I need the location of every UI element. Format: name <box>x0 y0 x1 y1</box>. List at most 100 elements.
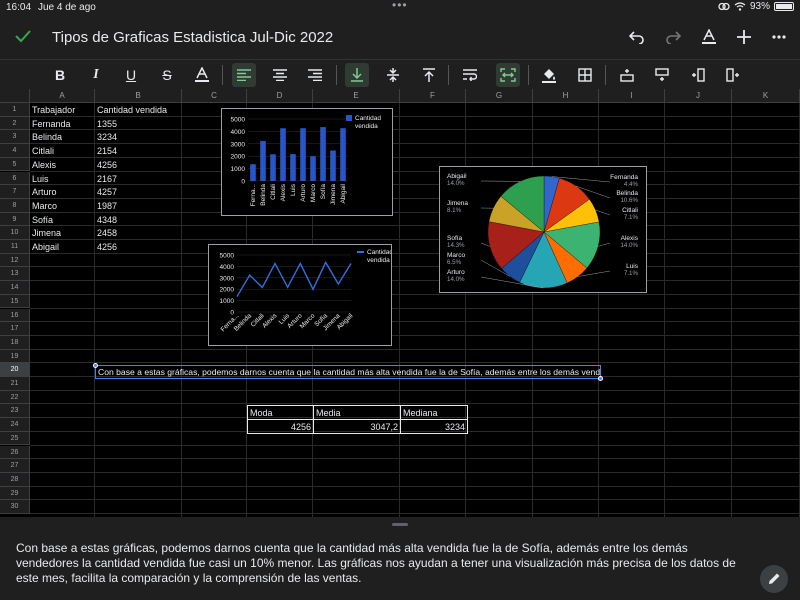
add-icon[interactable] <box>733 26 755 48</box>
cell-b20-note[interactable]: Con base a estas gráficas, podemos darno… <box>95 365 601 379</box>
bar-chart[interactable]: 5000 4000 3000 2000 1000 0 Ferna... Belinda Citl… <box>221 108 393 216</box>
row-header-27[interactable]: 27 <box>0 459 30 473</box>
row-header-15[interactable]: 15 <box>0 294 30 309</box>
text-color-icon[interactable] <box>190 63 214 87</box>
cell-a4[interactable]: Citlali <box>30 145 54 158</box>
valign-top-icon[interactable] <box>417 63 441 87</box>
wrap-text-icon[interactable] <box>458 63 482 87</box>
align-center-icon[interactable] <box>268 63 292 87</box>
row-header-10[interactable]: 10 <box>0 226 30 240</box>
cell-a6[interactable]: Luis <box>30 173 49 186</box>
cell-a10[interactable]: Jimena <box>30 227 61 240</box>
cell-b7[interactable]: 4257 <box>95 186 117 199</box>
row-header-28[interactable]: 28 <box>0 472 30 487</box>
underline-icon[interactable]: U <box>119 63 143 87</box>
cell-b6[interactable]: 2167 <box>95 173 117 186</box>
column-header-f[interactable]: F <box>400 89 466 103</box>
document-title[interactable]: Tipos de Graficas Estadistica Jul-Dic 20… <box>52 29 333 46</box>
cell-b4[interactable]: 2154 <box>95 145 117 158</box>
column-header-j[interactable]: J <box>665 89 732 103</box>
row-header-16[interactable]: 16 <box>0 308 30 323</box>
merge-cells-icon[interactable] <box>496 63 520 87</box>
row-header-4[interactable]: 4 <box>0 144 30 158</box>
pie-chart[interactable]: Fernanda4.4%Belinda10.6%Citlali7.1%Alexi… <box>439 166 647 293</box>
row-header-7[interactable]: 7 <box>0 185 30 199</box>
column-header-g[interactable]: G <box>466 89 533 103</box>
spreadsheet-grid[interactable]: ABCDEFGHIJK 1 2 3 4 5 6 7 8 9 10 11 12 13 14 15 16 17 18 1… <box>0 89 800 517</box>
row-header-6[interactable]: 6 <box>0 171 30 186</box>
row-header-21[interactable]: 21 <box>0 377 30 391</box>
row-header-29[interactable]: 29 <box>0 486 30 501</box>
cell-b9[interactable]: 4348 <box>95 214 117 227</box>
selection-handle-end[interactable] <box>598 376 603 381</box>
row-header-5[interactable]: 5 <box>0 157 30 172</box>
column-header-e[interactable]: E <box>313 89 400 103</box>
undo-icon[interactable] <box>626 26 648 48</box>
cell-a9[interactable]: Sofía <box>30 214 53 227</box>
cell-a1[interactable]: Trabajador <box>30 104 75 117</box>
strikethrough-icon[interactable]: S <box>155 63 179 87</box>
row-header-12[interactable]: 12 <box>0 253 30 268</box>
cell-b3[interactable]: 3234 <box>95 131 117 144</box>
cell-a8[interactable]: Marco <box>30 200 57 213</box>
row-header-11[interactable]: 11 <box>0 240 30 254</box>
stat-label-mediana[interactable]: Mediana <box>400 405 468 420</box>
cell-a7[interactable]: Arturo <box>30 186 57 199</box>
italic-icon[interactable]: I <box>84 63 108 87</box>
row-header-2[interactable]: 2 <box>0 116 30 131</box>
insert-column-left-icon[interactable] <box>686 63 710 87</box>
column-header-h[interactable]: H <box>533 89 599 103</box>
column-header-a[interactable]: A <box>30 89 95 103</box>
row-header-25[interactable]: 25 <box>0 431 30 446</box>
row-header-20[interactable]: 20 <box>0 363 30 377</box>
cell-b1[interactable]: Cantidad vendida <box>95 104 167 117</box>
stat-value-moda[interactable]: 4256 <box>247 419 314 434</box>
row-header-30[interactable]: 30 <box>0 500 30 514</box>
fill-color-icon[interactable] <box>537 63 561 87</box>
cell-a11[interactable]: Abigail <box>30 241 59 254</box>
row-header-14[interactable]: 14 <box>0 281 30 295</box>
row-header-13[interactable]: 13 <box>0 267 30 282</box>
done-check-icon[interactable] <box>14 27 32 45</box>
select-all-corner[interactable] <box>0 89 30 103</box>
multitask-dots-icon[interactable]: ••• <box>392 0 408 12</box>
column-header-b[interactable]: B <box>95 89 182 103</box>
row-header-24[interactable]: 24 <box>0 418 30 432</box>
cell-editor-text[interactable]: Con base a estas gráficas, podemos darno… <box>16 541 746 586</box>
row-header-22[interactable]: 22 <box>0 390 30 405</box>
borders-icon[interactable] <box>573 63 597 87</box>
cell-b5[interactable]: 4256 <box>95 159 117 172</box>
column-header-k[interactable]: K <box>732 89 800 103</box>
column-header-d[interactable]: D <box>247 89 313 103</box>
text-format-icon[interactable] <box>698 26 720 48</box>
cell-b11[interactable]: 4256 <box>95 241 117 254</box>
bold-icon[interactable]: B <box>48 63 72 87</box>
redo-icon[interactable] <box>662 26 684 48</box>
stat-value-mediana[interactable]: 3234 <box>400 419 468 434</box>
more-options-icon[interactable] <box>768 26 790 48</box>
cell-a3[interactable]: Belinda <box>30 131 62 144</box>
row-header-3[interactable]: 3 <box>0 130 30 145</box>
stat-value-media[interactable]: 3047,2 <box>313 419 401 434</box>
cell-b8[interactable]: 1987 <box>95 200 117 213</box>
stat-label-media[interactable]: Media <box>313 405 401 420</box>
row-header-19[interactable]: 19 <box>0 349 30 364</box>
insert-row-below-icon[interactable] <box>650 63 674 87</box>
selection-handle-start[interactable] <box>93 363 98 368</box>
stat-label-moda[interactable]: Moda <box>247 405 314 420</box>
row-header-9[interactable]: 9 <box>0 212 30 227</box>
cell-b10[interactable]: 2458 <box>95 227 117 240</box>
cell-a2[interactable]: Fernanda <box>30 118 71 131</box>
edit-pencil-icon[interactable] <box>760 565 788 593</box>
row-header-17[interactable]: 17 <box>0 322 30 336</box>
row-header-1[interactable]: 1 <box>0 103 30 117</box>
insert-row-above-icon[interactable] <box>615 63 639 87</box>
valign-middle-icon[interactable] <box>381 63 405 87</box>
valign-bottom-icon[interactable] <box>345 63 369 87</box>
align-right-icon[interactable] <box>303 63 327 87</box>
panel-drag-handle[interactable] <box>392 523 408 526</box>
column-header-c[interactable]: C <box>182 89 247 103</box>
align-left-icon[interactable] <box>232 63 256 87</box>
row-header-23[interactable]: 23 <box>0 404 30 419</box>
row-header-18[interactable]: 18 <box>0 335 30 350</box>
